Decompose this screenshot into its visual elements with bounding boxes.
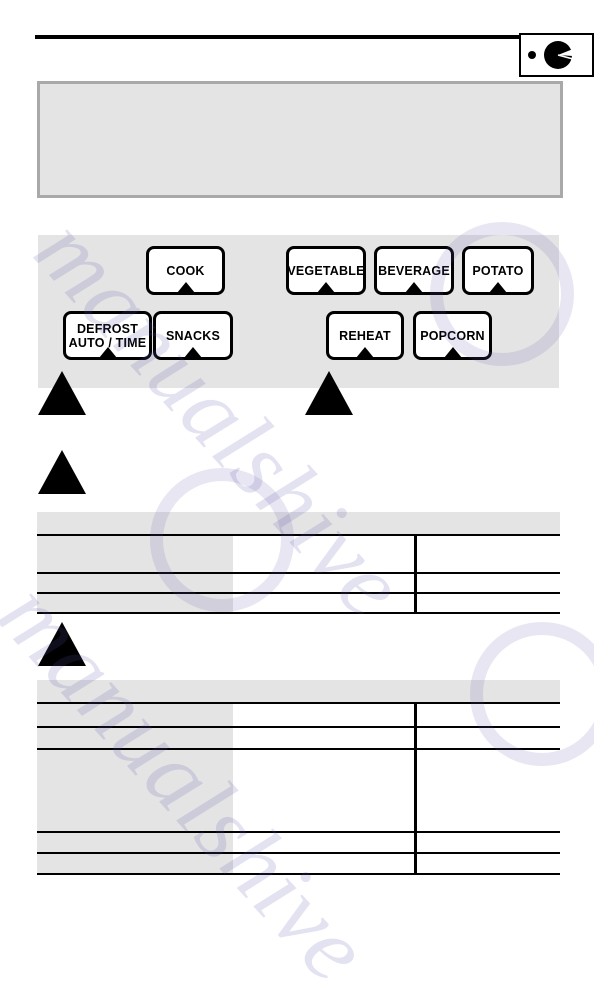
callout-marker-panel-right <box>305 371 353 415</box>
table-header-cell <box>37 512 233 536</box>
table-cell <box>233 748 417 833</box>
table-row <box>37 831 560 854</box>
table-cell <box>415 592 560 614</box>
panel-button-vegetable[interactable]: VEGETABLE <box>286 246 366 295</box>
table-cell <box>37 702 233 728</box>
panel-button-label: DEFROST <box>76 321 139 336</box>
table-header-cell <box>415 680 560 704</box>
table-cell <box>415 702 560 728</box>
panel-button-cook[interactable]: COOK <box>146 246 225 295</box>
table-cell <box>233 534 417 574</box>
table-b <box>37 680 560 875</box>
table-cell <box>233 726 417 750</box>
table-cell <box>415 852 560 875</box>
table-row <box>37 592 560 614</box>
panel-button-label: POTATO <box>472 263 524 278</box>
panel-button-beverage[interactable]: BEVERAGE <box>374 246 454 295</box>
panel-button-label: BEVERAGE <box>378 263 450 278</box>
table-header-cell <box>415 512 560 536</box>
panel-button-sublabel: AUTO / TIME <box>68 335 147 350</box>
dial-knob-icon <box>542 39 574 71</box>
panel-button-snacks[interactable]: SNACKS <box>153 311 233 360</box>
note-box <box>37 81 563 198</box>
header-rule <box>35 35 559 39</box>
table-row <box>37 680 560 704</box>
table-row <box>37 572 560 594</box>
panel-button-defrost[interactable]: DEFROST AUTO / TIME <box>63 311 152 360</box>
bullet-dot <box>528 51 536 59</box>
panel-button-label: POPCORN <box>420 328 485 343</box>
panel-button-popcorn[interactable]: POPCORN <box>413 311 492 360</box>
table-cell <box>37 831 233 854</box>
table-row <box>37 852 560 875</box>
table-row <box>37 534 560 574</box>
table-a <box>37 512 560 614</box>
panel-button-label: COOK <box>166 263 205 278</box>
callout-marker-section-a <box>38 450 86 494</box>
table-cell <box>415 748 560 833</box>
table-row <box>37 748 560 833</box>
panel-button-reheat[interactable]: REHEAT <box>326 311 404 360</box>
manual-page: COOK DEFROST AUTO / TIME SNACKS VEGETABL… <box>0 0 594 1002</box>
table-cell <box>37 572 233 594</box>
table-cell <box>233 592 417 614</box>
table-cell <box>233 852 417 875</box>
table-cell <box>233 572 417 594</box>
table-header-cell <box>233 512 415 536</box>
table-cell <box>233 831 417 854</box>
panel-button-label: SNACKS <box>166 328 220 343</box>
corner-icon-box <box>519 33 594 77</box>
table-cell <box>415 831 560 854</box>
table-cell <box>37 592 233 614</box>
table-cell <box>415 726 560 750</box>
callout-marker-section-b <box>38 622 86 666</box>
table-cell <box>415 534 560 574</box>
panel-button-label: REHEAT <box>339 328 391 343</box>
table-cell <box>415 572 560 594</box>
table-cell <box>37 726 233 750</box>
table-header-cell <box>233 680 415 704</box>
table-row <box>37 702 560 728</box>
control-panel: COOK DEFROST AUTO / TIME SNACKS VEGETABL… <box>38 235 559 388</box>
callout-marker-panel-left <box>38 371 86 415</box>
panel-button-label: VEGETABLE <box>287 263 365 278</box>
table-cell <box>37 748 233 833</box>
table-row <box>37 512 560 536</box>
table-header-cell <box>37 680 233 704</box>
table-row <box>37 726 560 750</box>
table-cell <box>233 702 417 728</box>
panel-button-potato[interactable]: POTATO <box>462 246 534 295</box>
table-cell <box>37 534 233 574</box>
table-cell <box>37 852 233 875</box>
